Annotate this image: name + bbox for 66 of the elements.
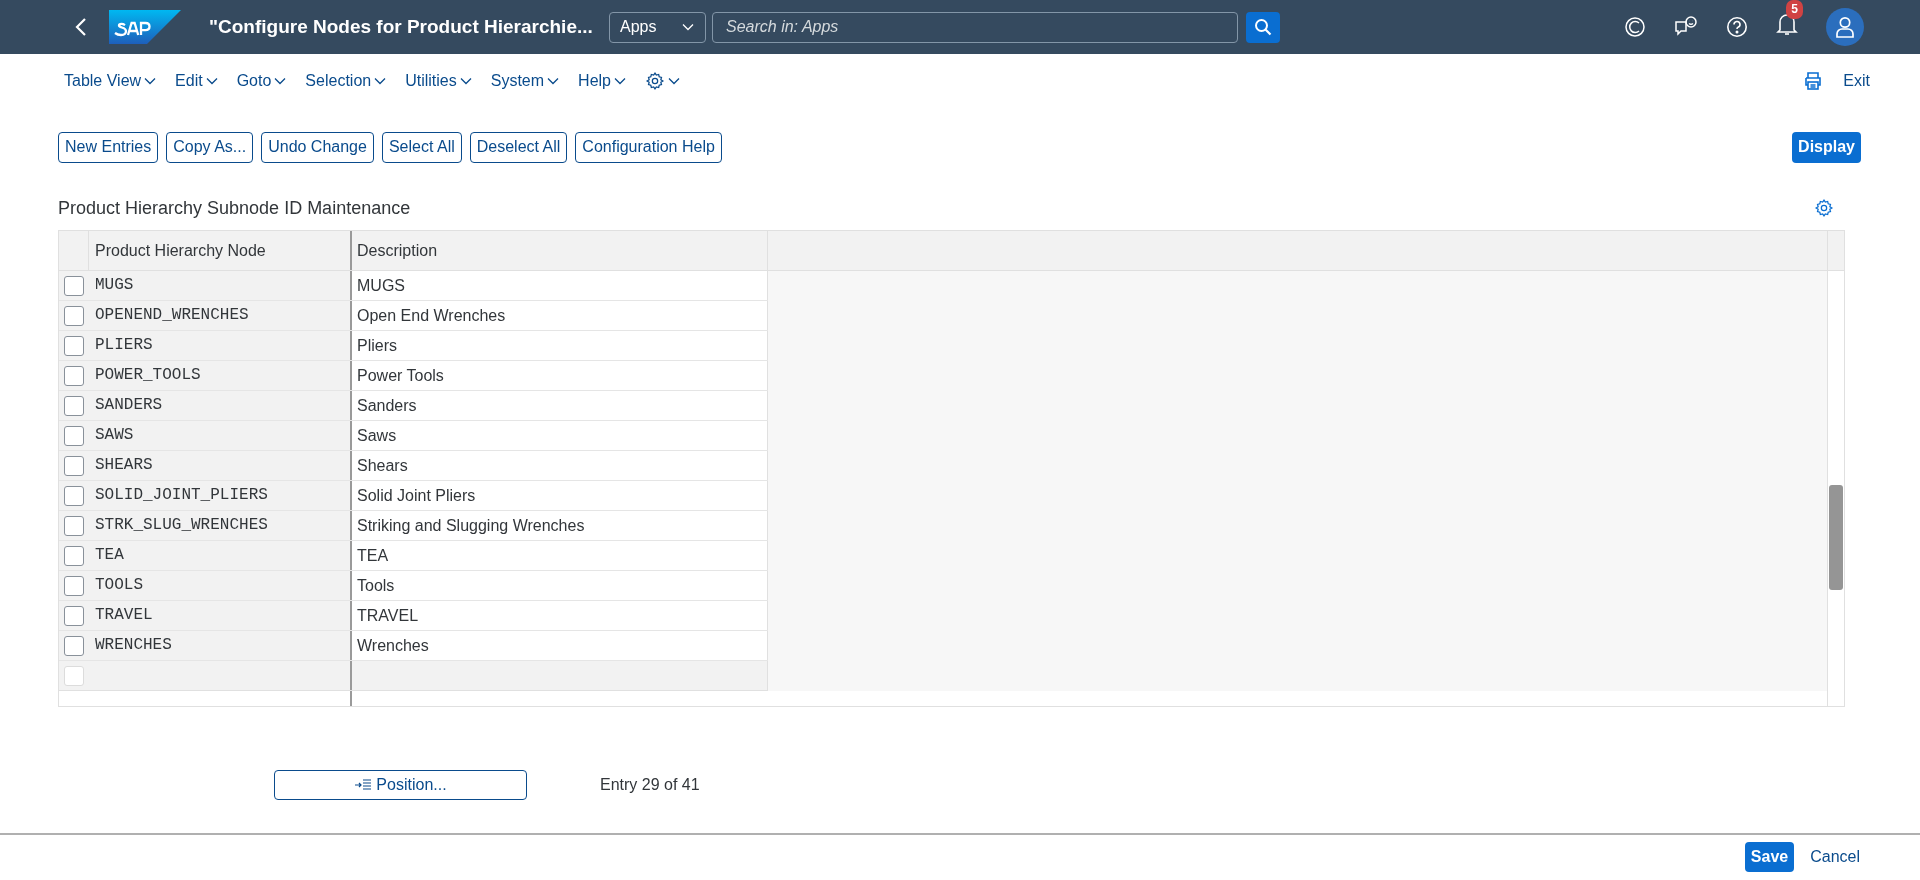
table-cell: TEA — [89, 541, 352, 570]
apps-dropdown[interactable]: Apps — [609, 11, 706, 43]
row-checkbox[interactable] — [64, 545, 84, 566]
table-settings-icon[interactable] — [1814, 198, 1834, 218]
toolbar-button[interactable]: Undo Change — [261, 131, 374, 163]
row-checkbox[interactable] — [64, 425, 84, 446]
search-button[interactable] — [1246, 11, 1280, 43]
row-checkbox[interactable] — [64, 395, 84, 416]
table-cell: WRENCHES — [89, 631, 352, 660]
row-checkbox[interactable] — [64, 635, 84, 656]
row-checkbox[interactable] — [64, 275, 84, 296]
toolbar-button[interactable]: Configuration Help — [575, 131, 722, 163]
table-cell: TOOLS — [89, 571, 352, 600]
menu-item[interactable]: Selection — [305, 69, 388, 93]
table-cell: TRAVEL — [89, 601, 352, 630]
sap-logo[interactable] — [109, 10, 181, 44]
row-checkbox[interactable] — [64, 575, 84, 596]
print-icon[interactable] — [1803, 71, 1824, 91]
cancel-button[interactable]: Cancel — [1810, 844, 1860, 869]
entry-counter: Entry 29 of 41 — [600, 775, 700, 795]
row-checkbox[interactable] — [64, 455, 84, 476]
menu-item[interactable]: System — [490, 69, 561, 93]
toolbar-button[interactable]: New Entries — [58, 131, 159, 163]
column-header: Description — [352, 231, 768, 270]
feedback-icon[interactable] — [1674, 16, 1698, 38]
table-cell: SANDERS — [89, 391, 352, 420]
row-checkbox[interactable] — [64, 335, 84, 356]
display-button[interactable]: Display — [1792, 131, 1861, 163]
table-title: Product Hierarchy Subnode ID Maintenance — [58, 196, 411, 220]
toolbar-button[interactable]: Select All — [381, 131, 462, 163]
position-button[interactable]: Position... — [274, 770, 527, 800]
menu-item[interactable]: Edit — [175, 69, 219, 93]
table-cell: MUGS — [89, 271, 352, 300]
help-icon[interactable] — [1726, 16, 1748, 38]
menu-item[interactable]: Utilities — [405, 69, 473, 93]
menu-item[interactable]: Table View — [64, 69, 158, 93]
notification-bell-icon[interactable] — [1776, 11, 1798, 36]
settings-menu[interactable] — [645, 71, 681, 91]
table-cell: SOLID_JOINT_PLIERS — [89, 481, 352, 510]
toolbar-button[interactable]: Copy As... — [166, 131, 254, 163]
row-checkbox[interactable] — [64, 485, 84, 506]
user-avatar[interactable] — [1826, 8, 1864, 46]
search-icon — [1254, 18, 1272, 36]
scrollbar-thumb[interactable] — [1829, 485, 1843, 590]
table-cell: OPENEND_WRENCHES — [89, 301, 352, 330]
position-icon — [354, 778, 373, 792]
row-checkbox[interactable] — [64, 365, 84, 386]
settings-icon — [645, 71, 665, 91]
menu-item[interactable]: Goto — [236, 69, 288, 93]
save-button[interactable]: Save — [1744, 841, 1795, 872]
copilot-icon[interactable] — [1624, 16, 1646, 38]
row-checkbox[interactable] — [64, 605, 84, 626]
table-cell: POWER_TOOLS — [89, 361, 352, 390]
search-field[interactable]: Search in: Apps — [712, 11, 1238, 43]
table-cell: PLIERS — [89, 331, 352, 360]
table-cell: STRK_SLUG_WRENCHES — [89, 511, 352, 540]
table-cell: SHEARS — [89, 451, 352, 480]
row-checkbox[interactable] — [64, 305, 84, 326]
table-cell: SAWS — [89, 421, 352, 450]
app-title: "Configure Nodes for Product Hierarchie... — [209, 14, 594, 39]
menu-item[interactable]: Help — [578, 69, 627, 93]
toolbar-button[interactable]: Deselect All — [469, 131, 568, 163]
notification-count: 5 — [1786, 0, 1803, 19]
back-icon[interactable] — [74, 16, 88, 38]
exit-link[interactable]: Exit — [1843, 69, 1870, 93]
row-checkbox[interactable] — [64, 515, 84, 536]
